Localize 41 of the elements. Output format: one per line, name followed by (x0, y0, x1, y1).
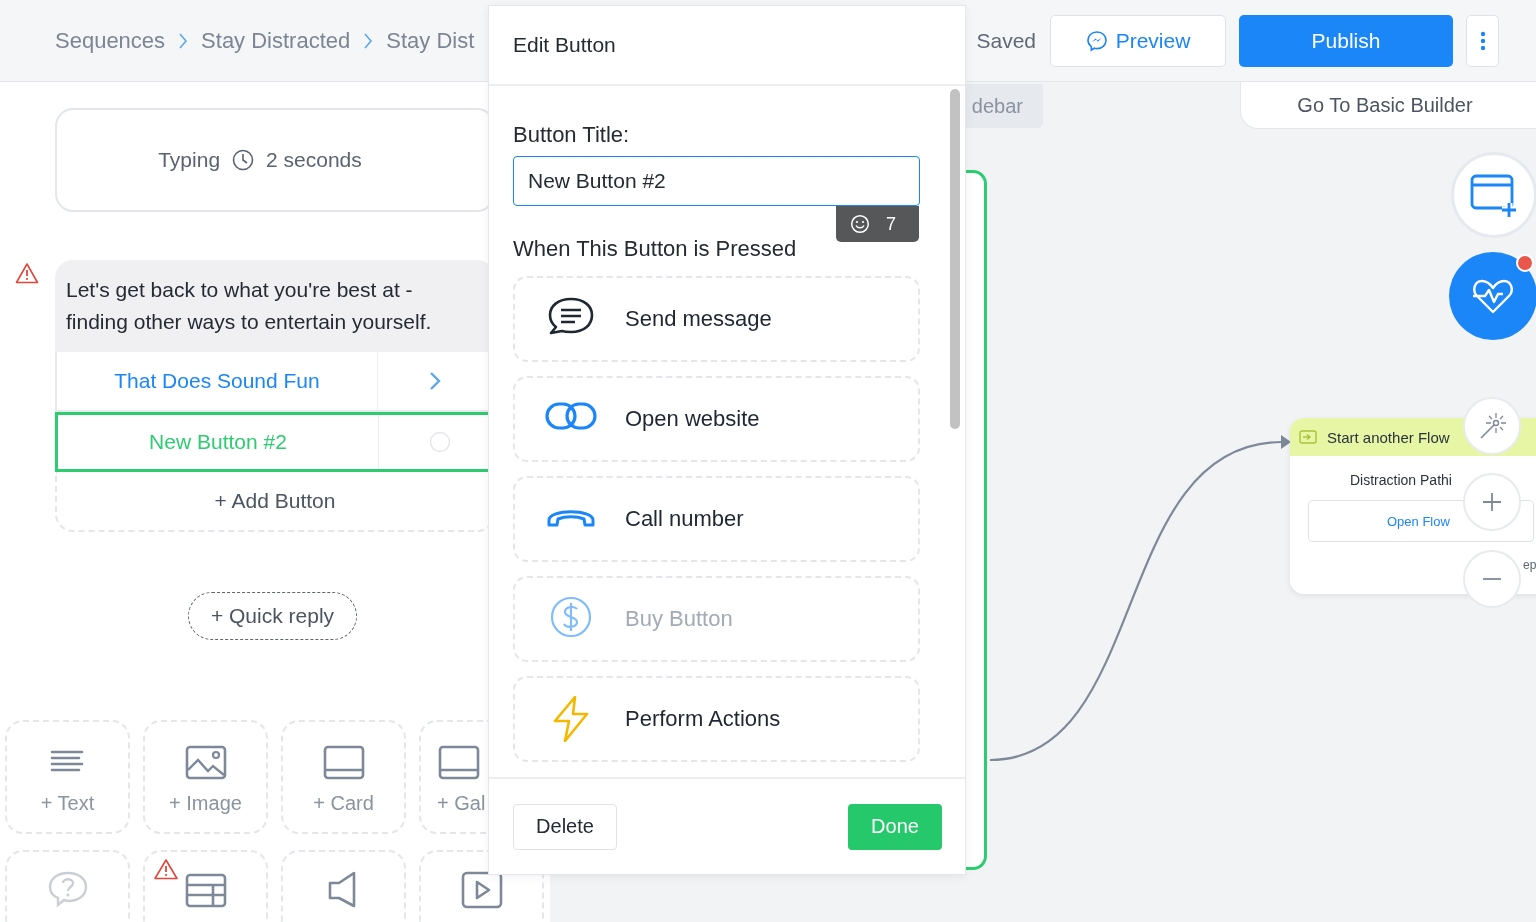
delete-button[interactable]: Delete (513, 803, 617, 850)
breadcrumb-link[interactable]: Stay Distracted (201, 27, 351, 54)
preview-button[interactable]: Preview (1050, 14, 1226, 67)
minus-icon (1481, 577, 1503, 581)
action-option[interactable]: Open website (513, 376, 920, 462)
video-play-icon (459, 870, 504, 910)
add-block-tile[interactable]: + Card (281, 720, 406, 834)
dialog-title: Edit Button (513, 33, 616, 57)
flow-icon (1299, 430, 1317, 444)
publish-button[interactable]: Publish (1239, 14, 1453, 67)
character-count: 7 (886, 213, 896, 235)
plus-icon (1481, 491, 1503, 513)
action-option[interactable]: Send message (513, 276, 920, 362)
field-label: Button Title: (513, 122, 631, 148)
add-block-tile[interactable]: + Text (5, 720, 130, 834)
warning-icon (15, 262, 39, 284)
typing-label: Typing (158, 148, 221, 172)
clock-icon (232, 149, 255, 171)
magic-wand-button[interactable] (1463, 397, 1521, 455)
node-text: ep (1523, 558, 1536, 572)
action-option[interactable]: Call number (513, 476, 920, 562)
section-title: When This Button is Pressed (513, 236, 798, 262)
typing-duration: 2 seconds (266, 148, 362, 172)
smiley-icon (850, 214, 870, 234)
chat-bubble-icon (1085, 29, 1108, 52)
node-title: Start another Flow (1327, 428, 1450, 446)
empty-circle-icon (429, 431, 451, 453)
breadcrumb-link[interactable]: Stay Dist (386, 27, 475, 54)
breadcrumb-link[interactable]: Sequences (55, 27, 166, 54)
action-option[interactable]: Perform Actions (513, 676, 920, 762)
more-icon (1479, 30, 1486, 51)
chevron-right-icon (428, 370, 442, 392)
save-status: Saved (976, 28, 1036, 53)
add-block-tile[interactable]: + Image (143, 720, 268, 834)
more-button[interactable] (1466, 14, 1499, 67)
card-add-icon (1469, 173, 1519, 217)
quick-reply-button[interactable]: + Quick reply (187, 592, 358, 640)
done-button[interactable]: Done (848, 803, 942, 850)
flow-name: Distraction Pathi (1350, 472, 1453, 488)
basic-builder-button[interactable]: Go To Basic Builder (1240, 82, 1536, 129)
title-field[interactable]: New Button #2 (513, 156, 920, 206)
